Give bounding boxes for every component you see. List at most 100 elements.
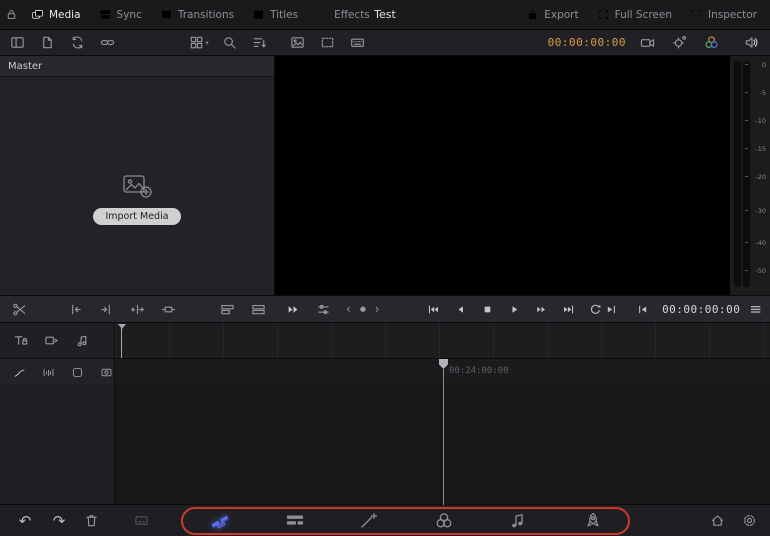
fusion-wand-icon <box>359 512 379 529</box>
import-media-button[interactable]: Import Media <box>93 208 180 225</box>
page-cut[interactable] <box>203 508 237 534</box>
add-marker-button[interactable]: ● <box>360 306 366 313</box>
page-color[interactable] <box>427 508 461 534</box>
safe-area-button[interactable] <box>316 32 338 54</box>
audio-monitor-button[interactable] <box>740 32 762 54</box>
action-label: Full Screen <box>615 9 672 21</box>
split-clip-button[interactable] <box>8 298 30 320</box>
color-page-icon <box>434 512 454 529</box>
tab-label: Media <box>49 9 81 21</box>
meter-bar-left <box>734 61 741 287</box>
link-icon <box>100 35 115 50</box>
deliver-rocket-icon <box>583 512 603 529</box>
effects-wand-icon <box>316 8 329 21</box>
snapshot-button[interactable] <box>95 361 117 383</box>
media-pool-view-button[interactable] <box>6 32 28 54</box>
speed-adjust-button[interactable] <box>312 298 334 320</box>
relink-button[interactable] <box>96 32 118 54</box>
fullscreen-icon <box>597 8 610 21</box>
page-fusion[interactable] <box>352 508 386 534</box>
top-actions: Export Full Screen Inspector <box>517 0 770 29</box>
search-button[interactable] <box>218 32 240 54</box>
camera-reframe-button[interactable] <box>636 32 658 54</box>
color-adjust-button[interactable] <box>700 32 722 54</box>
grid-view-icon <box>189 35 204 50</box>
prev-marker-button[interactable]: ‹ <box>346 303 351 315</box>
viewer[interactable] <box>275 56 730 295</box>
tab-effects[interactable]: Effects <box>307 0 379 29</box>
meter-tick: -30 <box>755 208 766 214</box>
mini-playhead-handle[interactable] <box>118 324 126 329</box>
undo-button[interactable]: ↶ <box>12 512 38 530</box>
edit-tools-group <box>8 296 30 322</box>
panel-icon <box>10 35 25 50</box>
settings-button[interactable] <box>738 510 760 532</box>
sort-button[interactable] <box>248 32 270 54</box>
tab-sync[interactable]: Sync <box>90 0 151 29</box>
page-switcher <box>183 505 630 536</box>
edit-history-group: ↶ ↷ <box>12 505 102 536</box>
stop-button[interactable] <box>476 298 498 320</box>
trim-in-button[interactable] <box>64 298 86 320</box>
page-edit[interactable] <box>278 508 312 534</box>
fullscreen-button[interactable]: Full Screen <box>588 0 681 29</box>
page-fairlight[interactable] <box>501 508 535 534</box>
trim-tools-group <box>64 296 179 322</box>
playhead-line <box>443 368 444 505</box>
titles-icon <box>252 8 265 21</box>
timeline-tracks[interactable] <box>0 385 770 505</box>
fast-review-button[interactable] <box>282 298 304 320</box>
marker-flag-button[interactable] <box>66 361 88 383</box>
captions-button[interactable] <box>130 510 152 532</box>
tab-titles[interactable]: Titles <box>243 0 307 29</box>
viewer-overlay-button[interactable] <box>286 32 308 54</box>
play-button[interactable] <box>503 298 525 320</box>
keyboard-button[interactable] <box>346 32 368 54</box>
trim-out-button[interactable] <box>95 298 117 320</box>
top-bar: Media Sync Transitions Titles Effects Te… <box>0 0 770 30</box>
audio-meters-button[interactable] <box>37 361 59 383</box>
track-lock-button[interactable] <box>9 330 31 352</box>
jump-last-button[interactable] <box>557 298 579 320</box>
cut-page-icon <box>210 512 230 529</box>
timeline-view-a-button[interactable] <box>216 298 238 320</box>
next-marker-button[interactable]: › <box>375 303 380 315</box>
page-deliver[interactable] <box>576 508 610 534</box>
delete-button[interactable] <box>80 510 102 532</box>
viewer-menu-button[interactable]: ≡ <box>749 300 762 318</box>
export-button[interactable]: Export <box>517 0 587 29</box>
sort-icon <box>252 35 267 50</box>
import-media-page-button[interactable] <box>36 32 58 54</box>
track-header-column[interactable] <box>0 385 115 504</box>
timeline-view-b-button[interactable] <box>247 298 269 320</box>
goto-out-button[interactable] <box>600 298 622 320</box>
transitions-icon <box>160 8 173 21</box>
meter-bars <box>734 61 750 287</box>
redo-button[interactable]: ↷ <box>46 512 72 530</box>
tab-media[interactable]: Media <box>22 0 90 29</box>
transport-bar: ‹ ● › 00:00:00:00 ≡ <box>0 295 770 323</box>
slip-edit-button[interactable] <box>157 298 179 320</box>
audio-clip-button[interactable] <box>71 330 93 352</box>
mini-timeline-strip[interactable] <box>115 323 770 358</box>
step-back-button[interactable] <box>449 298 471 320</box>
bin-name[interactable]: Master <box>0 56 274 77</box>
ui-lock-button[interactable] <box>0 4 22 26</box>
retime-curve-button[interactable] <box>8 361 30 383</box>
clip-insert-button[interactable] <box>40 330 62 352</box>
jump-first-button[interactable] <box>422 298 444 320</box>
stabilize-button[interactable] <box>668 32 690 54</box>
fast-forward-button[interactable] <box>530 298 552 320</box>
export-icon <box>526 8 539 21</box>
camera-icon <box>640 35 655 50</box>
tab-transitions[interactable]: Transitions <box>151 0 243 29</box>
clip-view-options-button[interactable]: ▾ <box>188 32 210 54</box>
goto-in-button[interactable] <box>631 298 653 320</box>
inspector-button[interactable]: Inspector <box>681 0 766 29</box>
roll-edit-button[interactable] <box>126 298 148 320</box>
media-pool-body[interactable]: Import Media <box>0 77 274 295</box>
sync-clips-button[interactable] <box>66 32 88 54</box>
bottom-bar: ↶ ↷ <box>0 505 770 536</box>
project-home-button[interactable] <box>706 510 728 532</box>
crop-frame-icon <box>320 35 335 50</box>
